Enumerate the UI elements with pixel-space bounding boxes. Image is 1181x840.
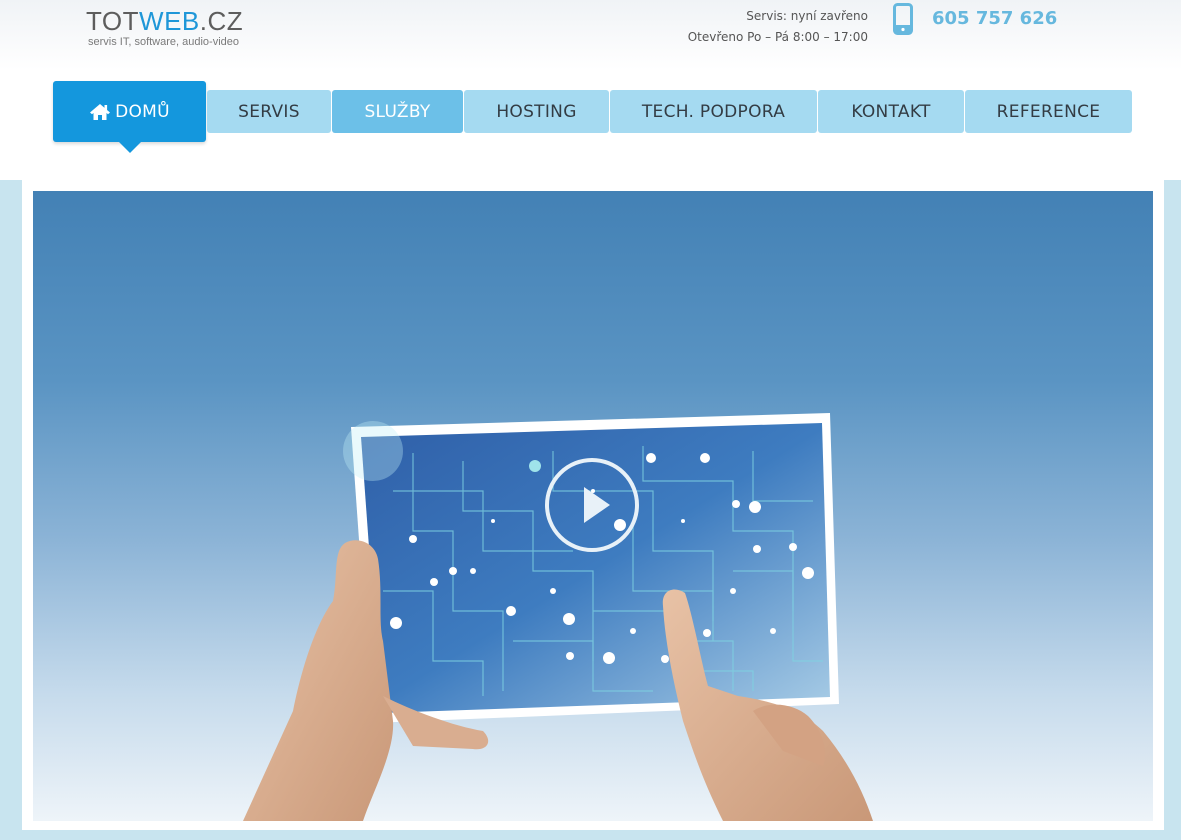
nav-label: REFERENCE: [996, 101, 1101, 122]
nav-item-tech-podpora[interactable]: TECH. PODPORA: [610, 90, 817, 133]
nav-item-sluzby[interactable]: SLUŽBY: [332, 90, 463, 133]
nav-label: SLUŽBY: [364, 101, 431, 122]
nav-item-reference[interactable]: REFERENCE: [965, 90, 1132, 133]
nav-label: TECH. PODPORA: [641, 101, 786, 122]
home-icon: [90, 103, 111, 120]
hero-video[interactable]: [33, 191, 1153, 821]
nav-item-servis[interactable]: SERVIS: [207, 90, 331, 133]
hero-illustration: [243, 413, 873, 821]
nav-item-home[interactable]: DOMŮ: [53, 81, 206, 153]
nav-item-hosting[interactable]: HOSTING: [464, 90, 609, 133]
nav-item-kontakt[interactable]: KONTAKT: [818, 90, 964, 133]
nav-label: KONTAKT: [851, 101, 931, 122]
nav-label: DOMŮ: [115, 101, 170, 122]
main-nav: DOMŮ SERVIS SLUŽBY HOSTING TECH. PODPORA…: [0, 0, 1181, 180]
nav-label: HOSTING: [496, 101, 577, 122]
nav-label: SERVIS: [238, 101, 300, 122]
